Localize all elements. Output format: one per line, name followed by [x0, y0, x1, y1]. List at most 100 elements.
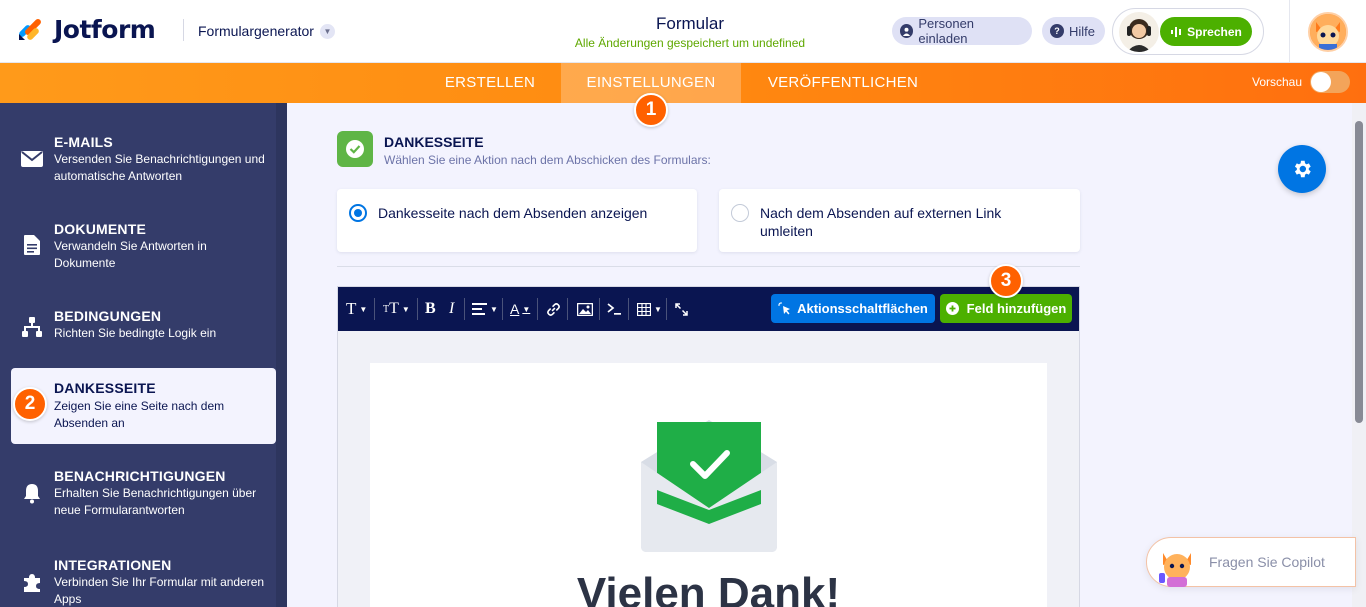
bold-icon[interactable]: B: [425, 299, 436, 319]
sidebar-item-notifications[interactable]: BENACHRICHTIGUNGEN Erhalten Sie Benachri…: [0, 461, 276, 523]
preview-label: Vorschau: [1252, 75, 1303, 89]
font-size-icon[interactable]: T T ▼: [383, 299, 410, 319]
agent-avatar[interactable]: [1119, 12, 1159, 52]
step-badge-1: 1: [634, 93, 668, 127]
formgen-dropdown[interactable]: Formulargenerator ▼: [198, 23, 335, 39]
table-icon[interactable]: ▼: [637, 299, 662, 319]
settings-gear-button[interactable]: [1278, 145, 1326, 193]
editor-toolbar: T ▼ T T ▼ B I ▼ A ▼ ▼ Aktionsschaltfläch…: [338, 287, 1079, 331]
toolbar-divider: [567, 298, 568, 320]
user-avatar[interactable]: [1308, 12, 1348, 52]
settings-sidebar: E-MAILS Versenden Sie Benachrichtigungen…: [0, 103, 287, 607]
logo-text: Jotform: [54, 14, 156, 44]
radio-show-thank-you[interactable]: [349, 204, 367, 222]
sidebar-scrollbar[interactable]: [276, 103, 287, 607]
sidebar-item-title: BENACHRICHTIGUNGEN: [54, 468, 226, 484]
invite-people-label: Personen einladen: [918, 16, 975, 46]
step-badge-2: 2: [13, 387, 47, 421]
sidebar-item-title: INTEGRATIONEN: [54, 557, 172, 573]
section-divider: [337, 266, 1080, 267]
person-icon: [900, 24, 914, 38]
toolbar-divider: [374, 298, 375, 320]
thank-you-preview[interactable]: Vielen Dank!: [370, 363, 1047, 607]
toolbar-divider: [417, 298, 418, 320]
main-scrollbar[interactable]: [1352, 103, 1366, 607]
document-icon: [20, 233, 44, 257]
app-header: Jotform Formulargenerator ▼ Formular All…: [0, 0, 1366, 63]
speak-button[interactable]: Sprechen: [1160, 17, 1252, 46]
jotform-logo[interactable]: Jotform: [16, 14, 156, 44]
header-divider-2: [1289, 0, 1290, 63]
action-buttons-label: Aktionsschaltflächen: [797, 301, 928, 316]
sidebar-item-desc: Verwandeln Sie Antworten in Dokumente: [54, 239, 207, 270]
radio-redirect-link[interactable]: [731, 204, 749, 222]
sound-wave-icon: [1170, 26, 1182, 38]
sidebar-item-title: E-MAILS: [54, 134, 113, 150]
jotform-logo-icon: [19, 19, 41, 40]
option-redirect-link[interactable]: Nach dem Absenden auf externen Link umle…: [719, 189, 1080, 252]
fullscreen-icon[interactable]: [675, 299, 688, 319]
sidebar-item-thank-you[interactable]: DANKESSEITE Zeigen Sie eine Seite nach d…: [11, 368, 276, 444]
copilot-label: Fragen Sie Copilot: [1209, 554, 1325, 570]
plus-circle-icon: [945, 302, 959, 315]
code-icon[interactable]: [607, 299, 622, 319]
sidebar-item-desc: Richten Sie bedingte Logik ein: [54, 326, 217, 340]
section-title: DANKESSEITE: [384, 134, 484, 150]
font-color-icon[interactable]: A ▼: [510, 299, 530, 319]
option-show-thank-you[interactable]: Dankesseite nach dem Absenden anzeigen: [337, 189, 697, 252]
sidebar-item-emails[interactable]: E-MAILS Versenden Sie Benachrichtigungen…: [0, 127, 276, 189]
tab-publish[interactable]: VERÖFFENTLICHEN: [743, 63, 943, 103]
bell-icon: [20, 481, 44, 505]
tab-create[interactable]: ERSTELLEN: [422, 63, 558, 103]
link-icon[interactable]: [546, 299, 561, 319]
copilot-avatar-icon: [1159, 553, 1191, 587]
envelope-icon: [20, 147, 44, 171]
toolbar-divider: [628, 298, 629, 320]
section-subtitle: Wählen Sie eine Aktion nach dem Abschick…: [384, 153, 711, 167]
toolbar-divider: [502, 298, 503, 320]
action-buttons-button[interactable]: Aktionsschaltflächen: [771, 294, 935, 323]
help-label: Hilfe: [1068, 23, 1095, 39]
toolbar-divider: [537, 298, 538, 320]
text-style-icon[interactable]: T ▼: [346, 299, 367, 319]
step-badge-3: 3: [989, 264, 1023, 298]
thank-you-heading[interactable]: Vielen Dank!: [370, 569, 1047, 607]
thank-you-editor: T ▼ T T ▼ B I ▼ A ▼ ▼ Aktionsschaltfläch…: [337, 286, 1080, 607]
help-button[interactable]: ? Hilfe: [1042, 17, 1105, 45]
add-field-button[interactable]: Feld hinzufügen: [940, 294, 1072, 323]
help-icon: ?: [1050, 24, 1064, 38]
image-icon[interactable]: [577, 299, 593, 319]
sidebar-item-title: DANKESSEITE: [54, 380, 156, 396]
scrollbar-thumb[interactable]: [1355, 121, 1363, 423]
toolbar-divider: [464, 298, 465, 320]
preview-toggle[interactable]: [1310, 71, 1350, 93]
option-label: Dankesseite nach dem Absenden anzeigen: [378, 205, 648, 221]
sidebar-item-desc: Zeigen Sie eine Seite nach dem Absenden …: [54, 399, 225, 430]
sidebar-item-desc: Verbinden Sie Ihr Formular mit anderen A…: [54, 575, 265, 606]
sidebar-item-title: DOKUMENTE: [54, 221, 147, 237]
sidebar-item-conditions[interactable]: BEDINGUNGEN Richten Sie bedingte Logik e…: [0, 301, 276, 351]
invite-people-button[interactable]: Personen einladen: [892, 16, 1032, 46]
sidebar-item-integrations[interactable]: INTEGRATIONEN Verbinden Sie Ihr Formular…: [0, 548, 276, 607]
form-title[interactable]: Formular: [520, 14, 860, 34]
copilot-button[interactable]: Fragen Sie Copilot: [1146, 537, 1356, 587]
save-status: Alle Änderungen gespeichert um undefined: [574, 36, 806, 50]
sidebar-item-documents[interactable]: DOKUMENTE Verwandeln Sie Antworten in Do…: [0, 213, 276, 275]
chevron-down-icon: ▼: [319, 23, 335, 39]
form-title-area: Formular Alle Änderungen gespeichert um …: [520, 14, 860, 50]
main-nav: ERSTELLEN EINSTELLUNGEN VERÖFFENTLICHEN …: [0, 63, 1366, 103]
editor-canvas: Vielen Dank!: [338, 331, 1079, 607]
sidebar-item-desc: Versenden Sie Benachrichtigungen und aut…: [54, 152, 265, 183]
sidebar-item-title: BEDINGUNGEN: [54, 308, 162, 324]
formgen-label: Formulargenerator: [198, 23, 314, 39]
header-divider: [183, 19, 184, 41]
toolbar-divider: [666, 298, 667, 320]
envelope-check-icon: [641, 420, 777, 552]
italic-icon[interactable]: I: [449, 299, 454, 319]
puzzle-icon: [20, 570, 44, 594]
align-icon[interactable]: ▼: [472, 299, 498, 319]
add-field-label: Feld hinzufügen: [966, 301, 1067, 316]
speak-label: Sprechen: [1187, 24, 1242, 39]
gear-icon: [1294, 160, 1311, 178]
cursor-click-icon: [778, 302, 791, 315]
